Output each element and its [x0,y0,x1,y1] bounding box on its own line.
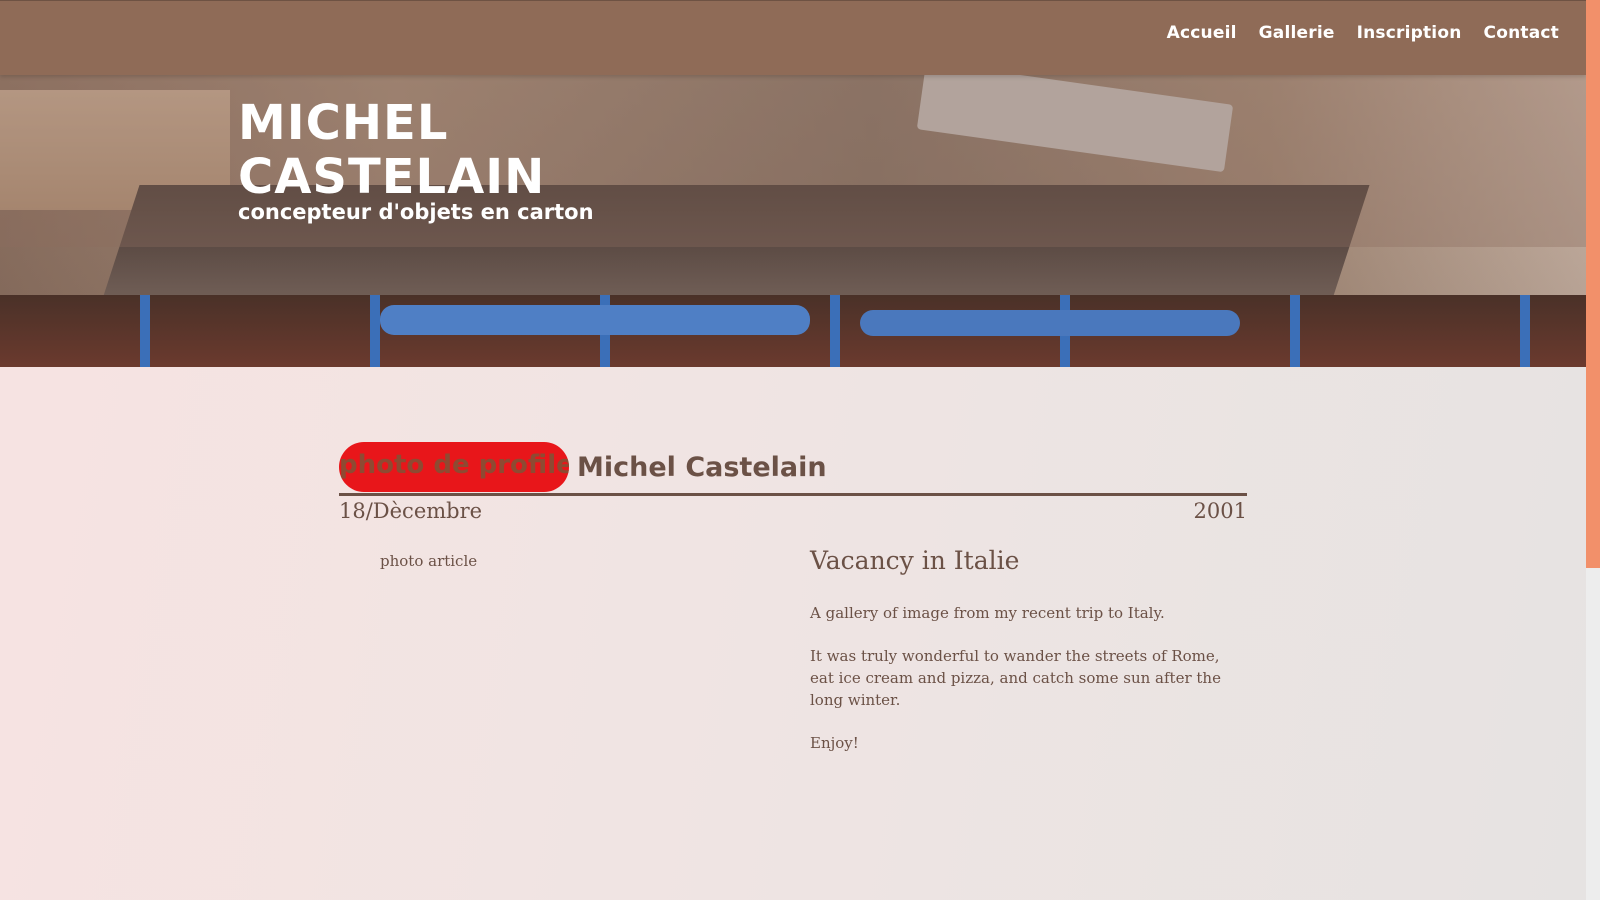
date-day-month: 18/Dècembre [339,499,483,523]
site-subtitle: concepteur d'objets en carton [238,200,594,224]
nav-accueil[interactable]: Accueil [1156,23,1248,43]
article-paragraph: Enjoy! [810,734,859,752]
nav-inscription[interactable]: Inscription [1346,23,1473,43]
author-name: Michel Castelain [577,451,827,483]
main-nav: Accueil Gallerie Inscription Contact [1156,23,1570,43]
article-photo: photo article [380,552,478,570]
nav-gallerie[interactable]: Gallerie [1248,23,1346,43]
article-header: photo de profile Michel Castelain [339,441,1247,496]
article-title: Vacancy in Italie [810,546,1020,575]
site-title: MICHEL CASTELAIN [238,95,546,205]
hero-chair [380,305,810,335]
hero-chair [860,310,1240,336]
article-paragraph: A gallery of image from my recent trip t… [810,604,1165,622]
nav-contact[interactable]: Contact [1473,23,1570,43]
article-body: A gallery of image from my recent trip t… [810,602,1242,775]
date-year: 2001 [1193,499,1247,523]
scrollbar-thumb[interactable] [1586,0,1600,568]
article-paragraph: It was truly wonderful to wander the str… [810,647,1221,709]
profile-photo: photo de profile [339,442,569,492]
site-header: Accueil Gallerie Inscription Contact [0,0,1586,75]
article-date: 18/Dècembre 2001 [339,499,1247,523]
